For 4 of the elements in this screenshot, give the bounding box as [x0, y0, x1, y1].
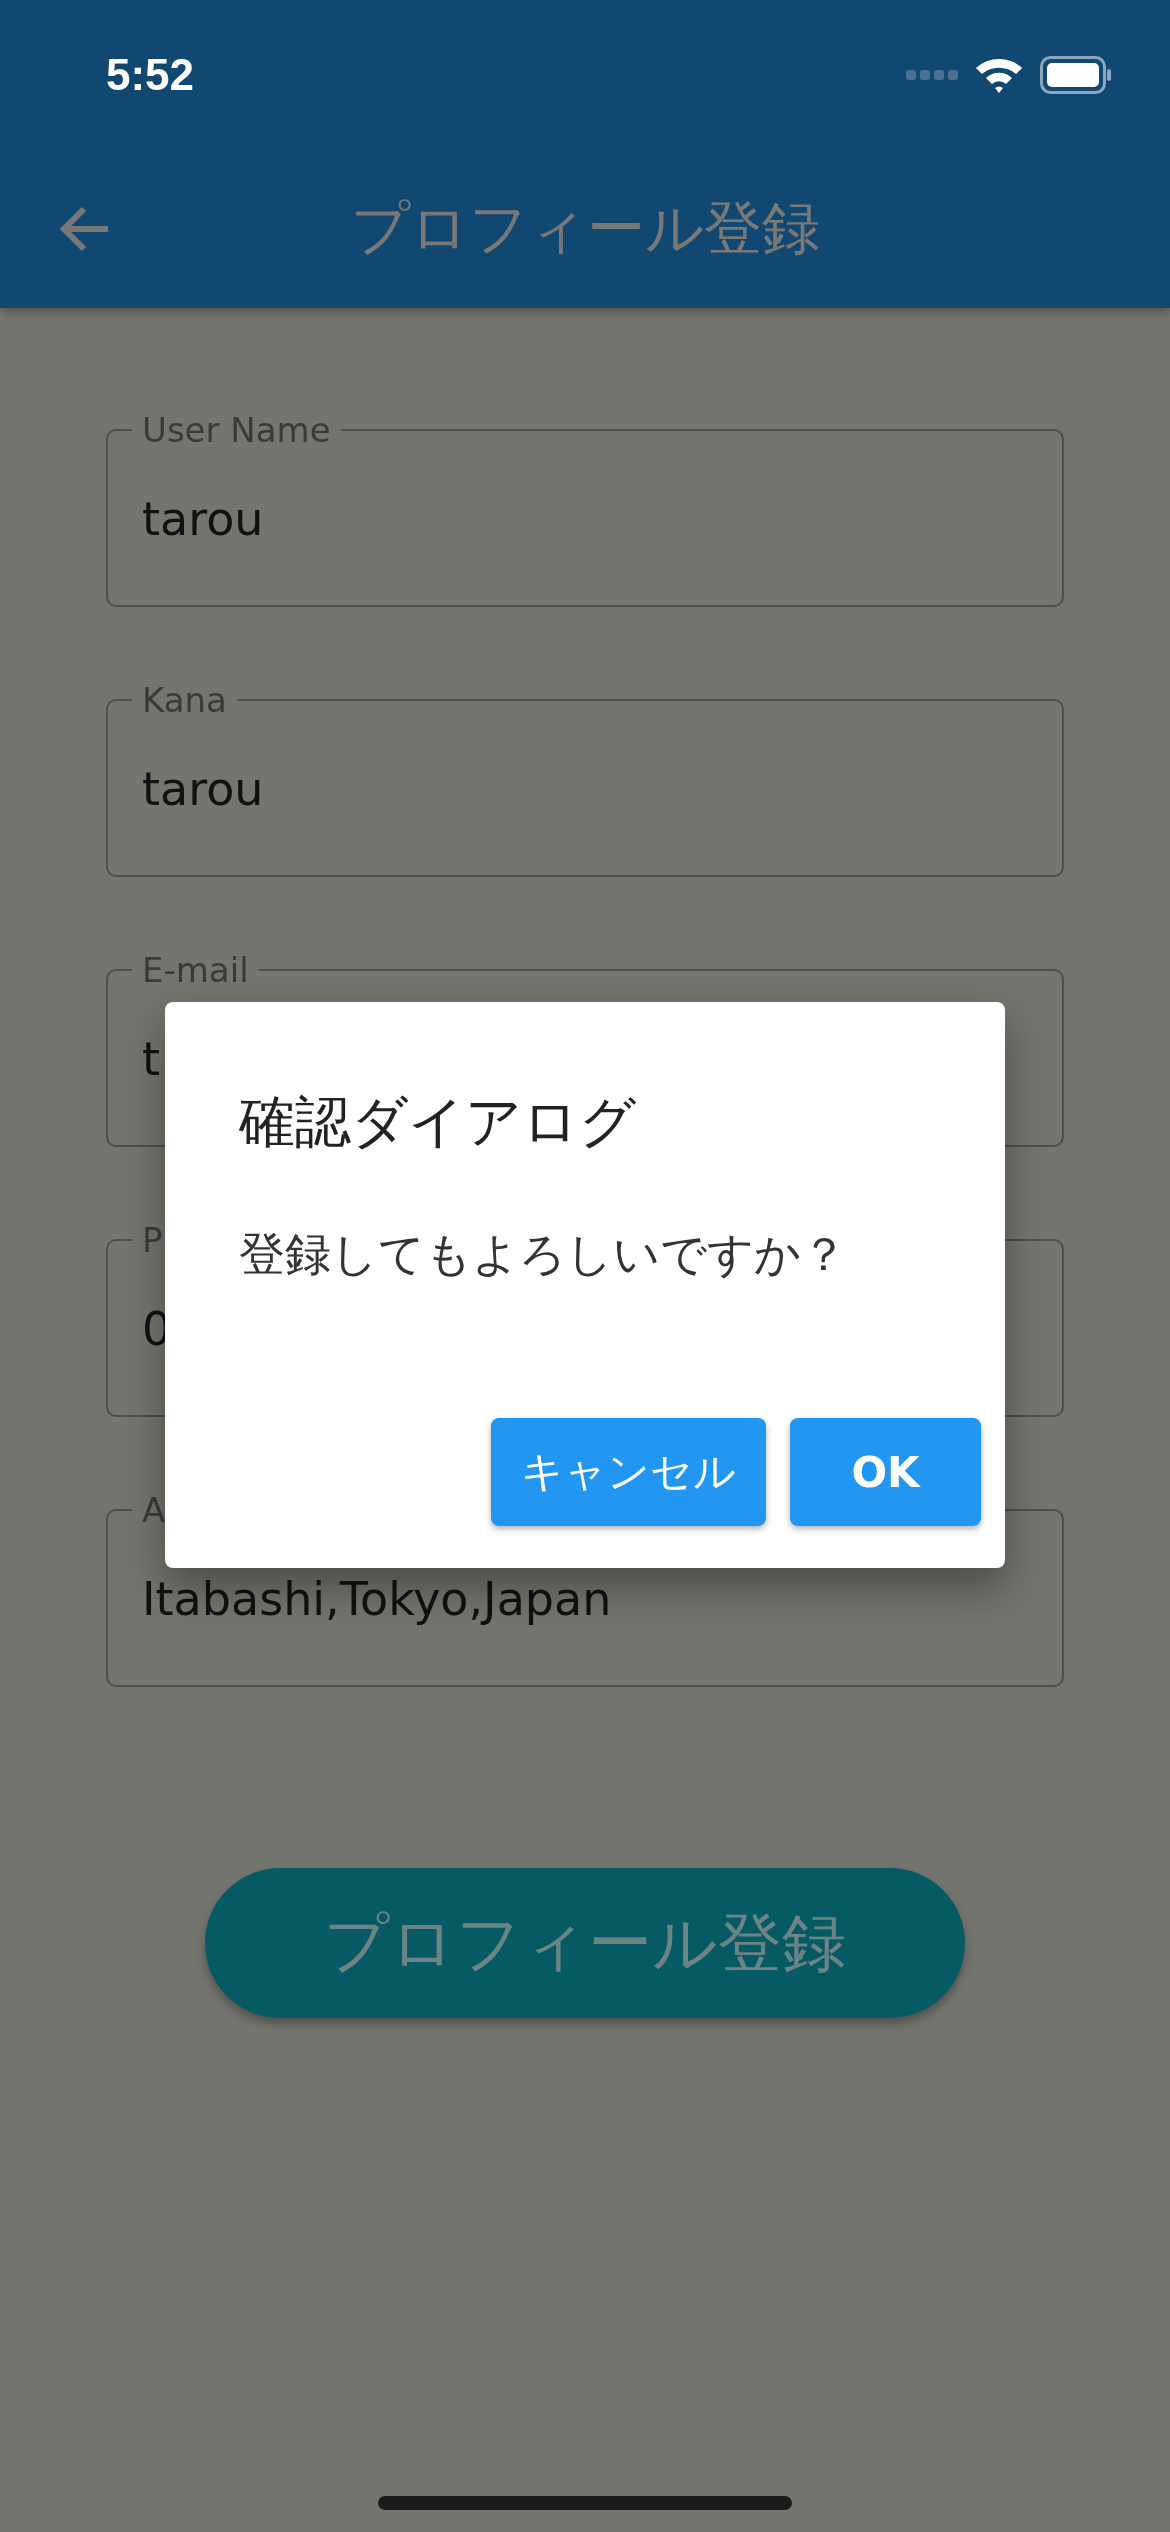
status-time: 5:52 — [106, 50, 195, 100]
dialog-message: 登録してもよろしいですか？ — [239, 1226, 848, 1283]
app-bar-title: プロフィール登録 — [349, 193, 821, 264]
dialog-title: 確認ダイアログ — [239, 1088, 637, 1156]
